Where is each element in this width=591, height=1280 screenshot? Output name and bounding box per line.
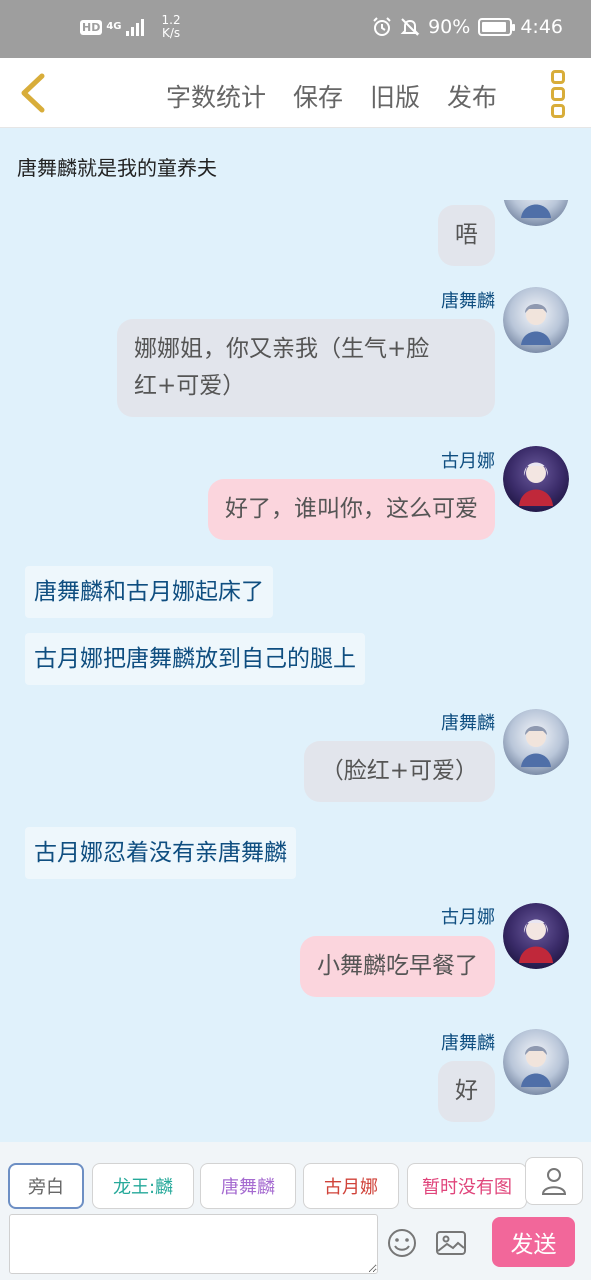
battery-fill [482,22,506,32]
signal-icon [125,18,144,36]
back-chevron-icon[interactable] [14,70,54,116]
save-button[interactable]: 保存 [293,78,343,114]
message-bubble[interactable]: （脸红+可爱） [303,741,495,802]
speaker-name: 唐舞麟 [441,713,495,734]
message-bubble[interactable]: 好 [438,1061,495,1122]
avatar-tang-wulin[interactable] [503,200,569,226]
mute-bell-icon [400,18,420,36]
header-actions: 字数统计 保存 旧版 发布 [166,78,497,114]
avatar-gu-yuena[interactable] [503,446,569,512]
avatar-tang-wulin[interactable] [503,287,569,353]
status-bar: HD 4G 1.2 K/s 90% 4:46 [0,0,591,58]
speed-unit: K/s [161,26,181,40]
avatar-gu-yuena[interactable] [503,903,569,969]
avatar-tang-wulin[interactable] [503,709,569,775]
message-bubble[interactable]: 小舞麟吃早餐了 [300,936,495,997]
more-menu-icon[interactable] [551,70,569,118]
input-bar: 发送 [0,1212,591,1280]
network-speed: 1.2 K/s [162,14,181,40]
word-count-button[interactable]: 字数统计 [166,78,266,114]
role-button-no-image[interactable]: 暂时没有图 [407,1163,527,1209]
speaker-name: 唐舞麟 [441,291,495,312]
network-type: 4G [106,21,122,32]
narration-line[interactable]: 古月娜忍着没有亲唐舞麟 [25,827,296,879]
speaker-name: 唐舞麟 [441,1033,495,1054]
battery-percent: 90% [428,16,471,38]
editor-header: 字数统计 保存 旧版 发布 [0,58,591,128]
battery-icon [478,18,516,36]
publish-button[interactable]: 发布 [447,78,497,114]
image-icon[interactable] [435,1227,467,1259]
clock: 4:46 [520,16,563,38]
role-selector: 旁白 龙王:麟 唐舞麟 古月娜 暂时没有图 [0,1142,591,1212]
narration-line[interactable]: 古月娜把唐舞麟放到自己的腿上 [25,633,365,685]
old-version-button[interactable]: 旧版 [370,78,420,114]
avatar-tang-wulin[interactable] [503,1029,569,1095]
emoji-icon[interactable] [386,1227,418,1259]
hd-indicator: HD [80,19,103,35]
role-button-gu-yuena[interactable]: 古月娜 [303,1163,399,1209]
chat-area[interactable]: 唔 唐舞麟 娜娜姐，你又亲我（生气+脸 红+可爱） 古月娜 好了，谁叫你，这么可… [0,200,591,1142]
speaker-name: 古月娜 [441,451,495,472]
narration-line[interactable]: 唐舞麟和古月娜起床了 [25,566,273,618]
message-bubble[interactable]: 唔 [438,205,495,266]
message-line: 红+可爱） [134,373,246,399]
message-bubble[interactable]: 娜娜姐，你又亲我（生气+脸 红+可爱） [117,319,495,417]
speed-value: 1.2 [161,13,181,27]
role-narrator-button[interactable]: 旁白 [8,1163,84,1209]
message-input[interactable] [9,1214,378,1274]
role-button-longwang[interactable]: 龙王:麟 [92,1163,194,1209]
send-button[interactable]: 发送 [492,1217,575,1267]
story-title: 唐舞麟就是我的童养夫 [17,156,217,180]
role-button-tang-wulin[interactable]: 唐舞麟 [200,1163,296,1209]
alarm-icon [373,17,391,36]
person-icon[interactable] [525,1157,583,1205]
message-line: 娜娜姐，你又亲我（生气+脸 [134,336,430,362]
speaker-name: 古月娜 [441,907,495,928]
message-bubble[interactable]: 好了，谁叫你，这么可爱 [208,479,495,540]
